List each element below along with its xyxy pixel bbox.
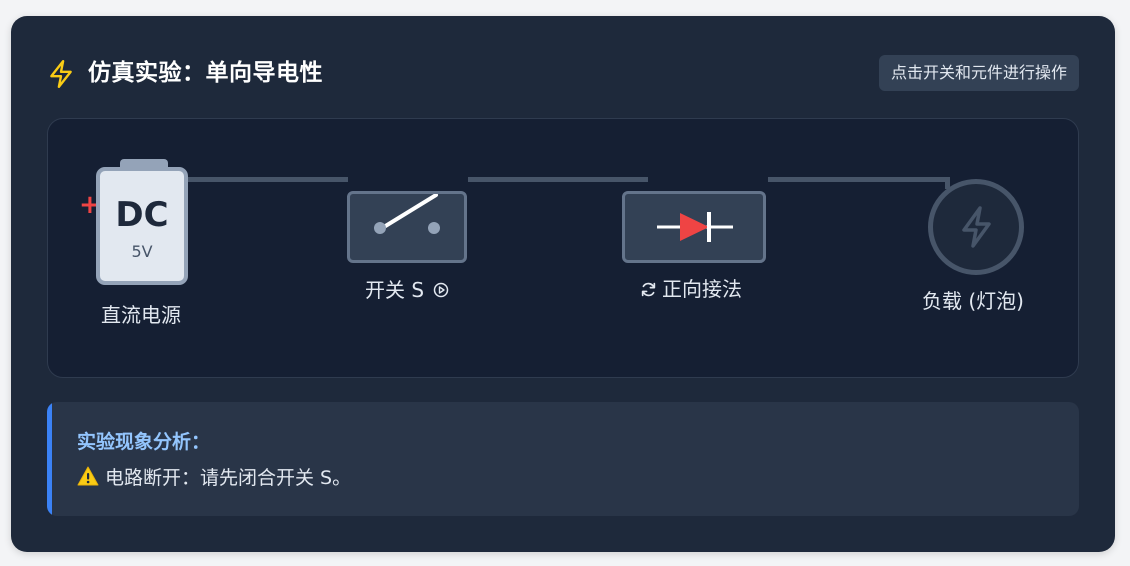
load-bulb[interactable] <box>928 179 1024 275</box>
load-label: 负载 (灯泡) <box>922 289 1024 313</box>
dc-power-source[interactable]: DC 5V <box>96 167 188 285</box>
lightning-icon <box>962 206 991 248</box>
play-circle-icon[interactable] <box>433 282 449 298</box>
page-title: 仿真实验：单向导电性 <box>88 60 323 86</box>
analysis-box: 实验现象分析： 电路断开：请先闭合开关 S。 <box>47 402 1079 516</box>
switch-label: 开关 S <box>365 278 425 302</box>
wire-switch-diode <box>468 177 648 182</box>
diode-label-row: 正向接法 <box>640 275 742 303</box>
simulation-panel: 仿真实验：单向导电性 点击开关和元件进行操作 + DC 5V 直流电源 开关 S <box>11 16 1115 552</box>
analysis-title: 实验现象分析： <box>77 431 211 453</box>
warning-icon <box>77 466 99 486</box>
wire-diode-load <box>768 177 950 182</box>
circuit-area: + DC 5V 直流电源 开关 S 正向接法 负载 (灯泡) <box>47 118 1079 378</box>
diode-element[interactable] <box>622 191 766 263</box>
switch-label-row: 开关 S <box>365 276 449 304</box>
battery-label: 直流电源 <box>101 303 181 327</box>
refresh-icon[interactable] <box>640 281 657 298</box>
battery-type: DC <box>115 195 169 235</box>
open-switch-icon <box>374 193 440 234</box>
analysis-message: 电路断开：请先闭合开关 S。 <box>105 467 352 489</box>
diode-symbol-icon <box>657 212 733 242</box>
analysis-message-row: 电路断开：请先闭合开关 S。 <box>77 466 351 490</box>
diode-label: 正向接法 <box>662 277 742 301</box>
battery-voltage: 5V <box>131 242 153 261</box>
analysis-accent-bar <box>47 402 52 516</box>
lightning-icon <box>50 59 72 89</box>
wire-battery-switch <box>188 177 348 182</box>
instruction-hint: 点击开关和元件进行操作 <box>878 55 1079 91</box>
switch-s[interactable] <box>347 191 467 263</box>
